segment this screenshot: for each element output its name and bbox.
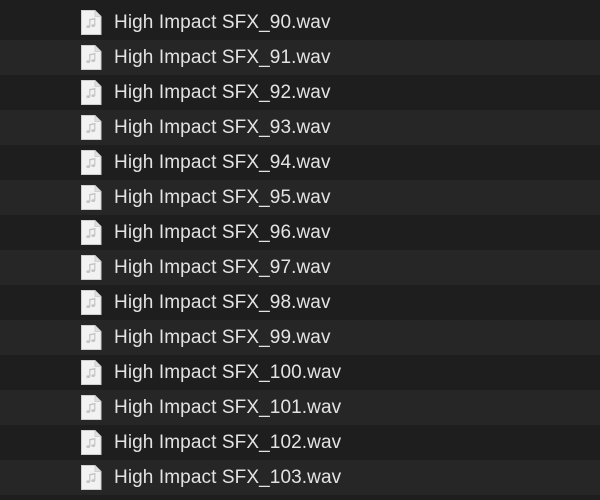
file-list: High Impact SFX_90.wav High Impact SFX_91… — [0, 0, 600, 500]
file-name: High Impact SFX_98.wav — [114, 292, 331, 313]
file-name: High Impact SFX_91.wav — [114, 47, 331, 68]
audio-file-icon — [80, 325, 102, 350]
audio-file-icon — [80, 45, 102, 70]
audio-file-icon — [80, 185, 102, 210]
file-name: High Impact SFX_101.wav — [114, 397, 342, 418]
file-row[interactable]: High Impact SFX_102.wav — [0, 425, 600, 460]
file-name: High Impact SFX_103.wav — [114, 467, 342, 488]
file-name: High Impact SFX_92.wav — [114, 82, 331, 103]
audio-file-icon — [80, 220, 102, 245]
file-name: High Impact SFX_93.wav — [114, 117, 331, 138]
file-row[interactable]: High Impact SFX_98.wav — [0, 285, 600, 320]
audio-file-icon — [80, 465, 102, 490]
file-row[interactable]: High Impact SFX_90.wav — [0, 5, 600, 40]
file-row[interactable]: High Impact SFX_96.wav — [0, 215, 600, 250]
file-row[interactable]: High Impact SFX_92.wav — [0, 75, 600, 110]
audio-file-icon — [80, 360, 102, 385]
file-row[interactable]: High Impact SFX_93.wav — [0, 110, 600, 145]
file-row[interactable]: High Impact SFX_95.wav — [0, 180, 600, 215]
audio-file-icon — [80, 290, 102, 315]
audio-file-icon — [80, 10, 102, 35]
audio-file-icon — [80, 395, 102, 420]
audio-file-icon — [80, 80, 102, 105]
file-row[interactable]: High Impact SFX_94.wav — [0, 145, 600, 180]
file-row[interactable]: High Impact SFX_99.wav — [0, 320, 600, 355]
file-name: High Impact SFX_102.wav — [114, 432, 342, 453]
file-row[interactable]: High Impact SFX_91.wav — [0, 40, 600, 75]
file-row[interactable]: High Impact SFX_101.wav — [0, 390, 600, 425]
file-name: High Impact SFX_99.wav — [114, 327, 331, 348]
file-row[interactable]: High Impact SFX_103.wav — [0, 460, 600, 495]
file-name: High Impact SFX_90.wav — [114, 12, 331, 33]
file-row[interactable]: High Impact SFX_97.wav — [0, 250, 600, 285]
audio-file-icon — [80, 150, 102, 175]
file-name: High Impact SFX_97.wav — [114, 257, 331, 278]
file-row[interactable]: High Impact SFX_100.wav — [0, 355, 600, 390]
file-name: High Impact SFX_95.wav — [114, 187, 331, 208]
audio-file-icon — [80, 115, 102, 140]
audio-file-icon — [80, 430, 102, 455]
file-name: High Impact SFX_94.wav — [114, 152, 331, 173]
audio-file-icon — [80, 255, 102, 280]
file-name: High Impact SFX_100.wav — [114, 362, 342, 383]
file-name: High Impact SFX_96.wav — [114, 222, 331, 243]
